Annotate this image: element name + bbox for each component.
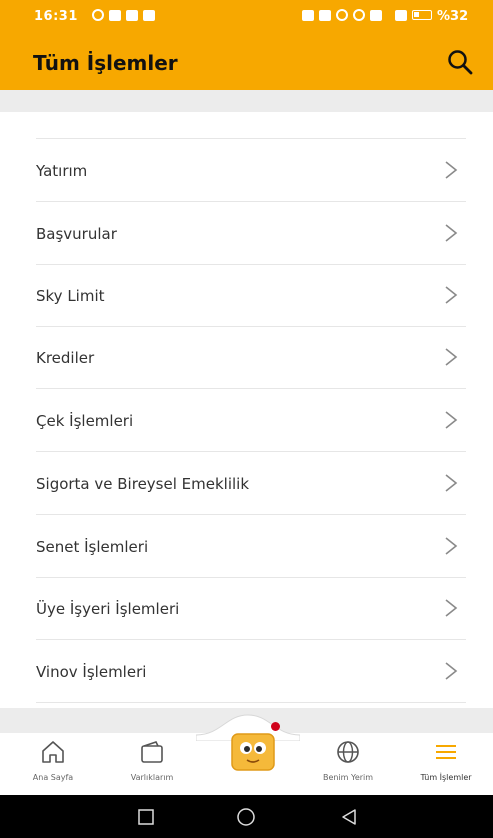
recents-icon[interactable] bbox=[136, 807, 156, 827]
tab-tum-islemler[interactable]: Tüm İşlemler bbox=[406, 739, 486, 791]
chevron-right-icon bbox=[445, 474, 458, 492]
vibrate-icon bbox=[319, 9, 331, 21]
back-icon[interactable] bbox=[340, 807, 360, 827]
list-item-label: Sky Limit bbox=[36, 287, 105, 305]
app-icon bbox=[126, 9, 138, 21]
list-item-label: Vinov İşlemleri bbox=[36, 663, 147, 681]
chevron-right-icon bbox=[445, 348, 458, 366]
chevron-right-icon bbox=[445, 662, 458, 680]
list-item-label: Yatırım bbox=[36, 162, 88, 180]
header-divider bbox=[0, 90, 493, 112]
list-item-senet-islemleri[interactable]: Senet İşlemleri bbox=[36, 516, 466, 578]
nfc-icon bbox=[302, 9, 314, 21]
tab-varliklarim[interactable]: Varlıklarım bbox=[112, 739, 192, 791]
tab-label: Tüm İşlemler bbox=[420, 773, 472, 782]
list-item-krediler[interactable]: Krediler bbox=[36, 327, 466, 389]
chevron-right-icon bbox=[445, 161, 458, 179]
status-left-icons bbox=[92, 9, 155, 21]
home-icon bbox=[42, 741, 64, 763]
list-item-sigorta[interactable]: Sigorta ve Bireysel Emeklilik bbox=[36, 453, 466, 515]
tab-label: Ana Sayfa bbox=[32, 773, 74, 782]
list-item-label: Çek İşlemleri bbox=[36, 412, 134, 430]
status-right-icons bbox=[302, 9, 432, 21]
bottom-tab-bar: Ana Sayfa Varlıklarım Benim Yerim Tüm İş… bbox=[0, 714, 493, 795]
chevron-right-icon bbox=[445, 286, 458, 304]
page-title: Tüm İşlemler bbox=[33, 51, 178, 75]
list-item-label: Başvurular bbox=[36, 225, 117, 243]
chevron-right-icon bbox=[445, 224, 458, 242]
list-item-label: Krediler bbox=[36, 349, 95, 367]
whatsapp-icon bbox=[92, 9, 104, 21]
home-circle-icon[interactable] bbox=[236, 807, 256, 827]
tab-benim-yerim[interactable]: Benim Yerim bbox=[308, 739, 388, 791]
wallet-icon bbox=[141, 741, 163, 763]
globe-icon bbox=[337, 741, 359, 763]
battery-icon bbox=[412, 10, 432, 20]
list-item-sky-limit[interactable]: Sky Limit bbox=[36, 265, 466, 327]
signal-icon bbox=[395, 9, 407, 21]
notification-dot bbox=[271, 722, 280, 731]
chat-bubble-icon bbox=[109, 9, 121, 21]
wifi-icon bbox=[353, 9, 365, 21]
chevron-right-icon bbox=[445, 599, 458, 617]
status-bar: 16:31 %32 bbox=[0, 0, 493, 32]
mascot-icon[interactable] bbox=[229, 731, 277, 773]
tab-label: Varlıklarım bbox=[130, 773, 174, 782]
chevron-right-icon bbox=[445, 537, 458, 555]
list-item-label: Senet İşlemleri bbox=[36, 538, 149, 556]
list-item-cek-islemleri[interactable]: Çek İşlemleri bbox=[36, 390, 466, 452]
bluetooth-icon bbox=[336, 9, 348, 21]
chevron-right-icon bbox=[445, 411, 458, 429]
battery-percent: %32 bbox=[437, 9, 469, 24]
list-item-vinov[interactable]: Vinov İşlemleri bbox=[36, 641, 466, 703]
menu-icon bbox=[436, 745, 456, 759]
tab-label: Benim Yerim bbox=[322, 773, 374, 782]
status-time: 16:31 bbox=[34, 9, 78, 24]
volte-icon bbox=[370, 9, 382, 21]
list-item-label: Üye İşyeri İşlemleri bbox=[36, 600, 180, 618]
app-header: Tüm İşlemler bbox=[0, 32, 493, 90]
tab-ana-sayfa[interactable]: Ana Sayfa bbox=[13, 739, 93, 791]
list-item-basvurular[interactable]: Başvurular bbox=[36, 203, 466, 265]
system-nav-bar bbox=[0, 795, 493, 838]
menu-list: Yatırım Başvurular Sky Limit Krediler Çe… bbox=[0, 112, 493, 708]
photo-icon bbox=[143, 9, 155, 21]
list-item-partial bbox=[36, 112, 466, 139]
list-item-label: Sigorta ve Bireysel Emeklilik bbox=[36, 475, 250, 493]
search-icon[interactable] bbox=[446, 48, 474, 76]
list-item-yatirim[interactable]: Yatırım bbox=[36, 140, 466, 202]
list-item-uye-isyeri[interactable]: Üye İşyeri İşlemleri bbox=[36, 578, 466, 640]
